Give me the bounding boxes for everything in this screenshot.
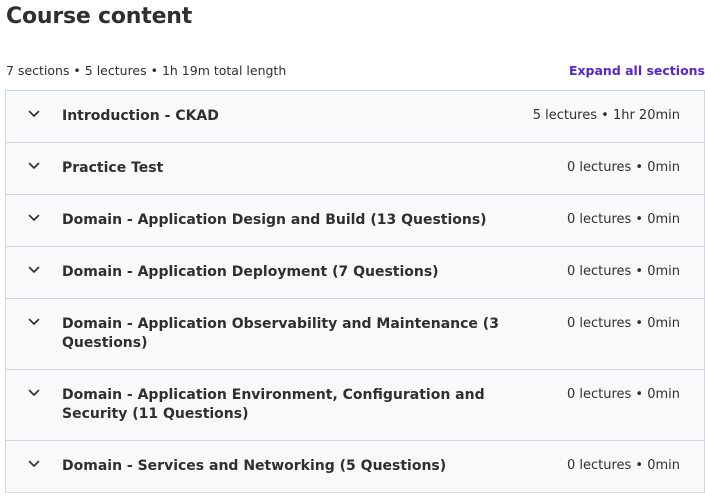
section-list: Introduction - CKAD 5 lectures • 1hr 20m… bbox=[5, 90, 705, 493]
section-header-services-and-networking[interactable]: Domain - Services and Networking (5 Ques… bbox=[6, 441, 704, 492]
section-title: Domain - Application Design and Build (1… bbox=[62, 212, 487, 228]
chevron-down-icon bbox=[6, 143, 62, 170]
section-meta: 0 lectures • 0min bbox=[566, 264, 680, 279]
chevron-down-icon bbox=[6, 247, 62, 274]
section-header-application-deployment[interactable]: Domain - Application Deployment (7 Quest… bbox=[6, 247, 704, 299]
section-header-introduction-ckad[interactable]: Introduction - CKAD 5 lectures • 1hr 20m… bbox=[6, 91, 704, 143]
section-title: Introduction - CKAD bbox=[62, 108, 219, 124]
section-title: Practice Test bbox=[62, 160, 164, 176]
chevron-down-icon bbox=[6, 299, 62, 326]
section-title: Domain - Application Observability and M… bbox=[62, 316, 499, 351]
section-header-practice-test[interactable]: Practice Test 0 lectures • 0min bbox=[6, 143, 704, 195]
chevron-down-icon bbox=[6, 370, 62, 397]
section-header-application-environment[interactable]: Domain - Application Environment, Config… bbox=[6, 370, 704, 441]
chevron-down-icon bbox=[6, 441, 62, 468]
page-title: Course content bbox=[6, 4, 193, 29]
section-header-application-design-and-build[interactable]: Domain - Application Design and Build (1… bbox=[6, 195, 704, 247]
section-meta: 0 lectures • 0min bbox=[566, 387, 680, 402]
expand-all-sections-button[interactable]: Expand all sections bbox=[569, 63, 705, 78]
chevron-down-icon bbox=[6, 195, 62, 222]
section-title: Domain - Application Deployment (7 Quest… bbox=[62, 264, 439, 280]
section-header-application-observability[interactable]: Domain - Application Observability and M… bbox=[6, 299, 704, 370]
chevron-down-icon bbox=[6, 91, 62, 118]
section-meta: 0 lectures • 0min bbox=[566, 316, 680, 331]
section-title: Domain - Services and Networking (5 Ques… bbox=[62, 458, 447, 474]
section-meta: 5 lectures • 1hr 20min bbox=[532, 108, 680, 123]
section-meta: 0 lectures • 0min bbox=[566, 160, 680, 175]
section-meta: 0 lectures • 0min bbox=[566, 212, 680, 227]
section-title: Domain - Application Environment, Config… bbox=[62, 387, 485, 422]
course-summary: 7 sections • 5 lectures • 1h 19m total l… bbox=[6, 62, 287, 78]
course-summary-row: 7 sections • 5 lectures • 1h 19m total l… bbox=[6, 61, 705, 79]
section-meta: 0 lectures • 0min bbox=[566, 458, 680, 473]
